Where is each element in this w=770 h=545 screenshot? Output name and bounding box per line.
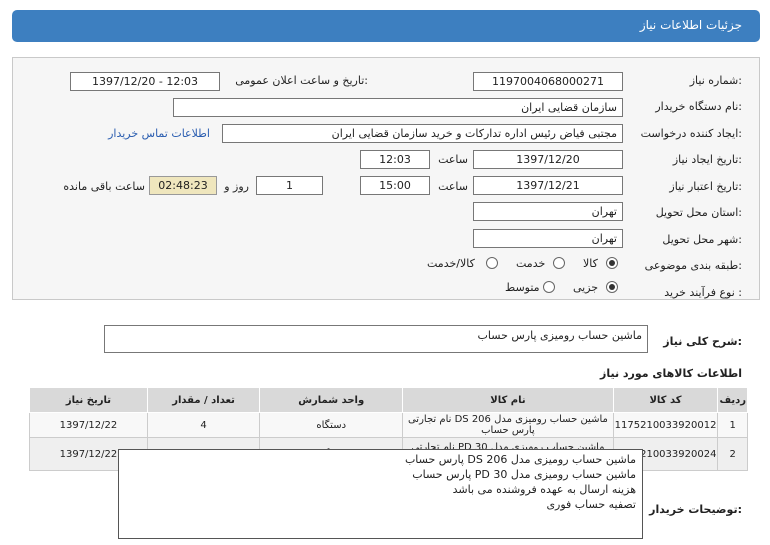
announce-field[interactable]: 1397/12/20 - 12:03 [70, 72, 220, 91]
cell-name: ماشین حساب رومیزی مدل DS 206 نام تجارتی … [402, 412, 614, 438]
need-number-field[interactable]: 1197004068000271 [473, 72, 623, 91]
table-row[interactable]: 1 1175210033920012 ماشین حساب رومیزی مدل… [29, 412, 748, 438]
col-header-qty: تعداد / مقدار [146, 387, 261, 413]
cell-unit: دستگاه [259, 412, 404, 438]
col-header-unit: واحد شمارش [259, 387, 404, 413]
validity-date-field[interactable]: 1397/12/21 [473, 176, 623, 195]
category-radio-service[interactable] [553, 257, 565, 269]
col-header-code: کد کالا [612, 387, 719, 413]
city-label: شهر محل تحویل: [662, 233, 742, 246]
buyer-contact-link[interactable]: اطلاعات تماس خریدار [108, 127, 210, 140]
created-date-label: تاریخ ایجاد نیاز: [672, 153, 742, 166]
page-title: جزئیات اطلاعات نیاز [639, 18, 742, 32]
process-option-medium: متوسط [505, 281, 540, 294]
creator-field[interactable]: مجتبی فیاض رئیس اداره تدارکات و خرید ساز… [222, 124, 623, 143]
remaining-label: ساعت باقی مانده [63, 180, 145, 193]
cell-code: 1175210033920012 [612, 412, 719, 438]
notes-line: ماشین حساب رومیزی مدل PD 30 پارس حساب [412, 468, 636, 481]
cell-row: 2 [717, 437, 748, 471]
category-option-service: خدمت [516, 257, 546, 270]
col-header-date: تاریخ نیاز [29, 387, 148, 413]
notes-box[interactable]: ماشین حساب رومیزی مدل DS 206 پارس حساب م… [118, 449, 643, 539]
category-label: طبقه بندی موضوعی: [644, 259, 742, 272]
notes-line: ماشین حساب رومیزی مدل DS 206 پارس حساب [404, 453, 636, 466]
created-time-label: ساعت [438, 153, 468, 166]
province-label: استان محل تحویل: [655, 206, 742, 219]
page-header: جزئیات اطلاعات نیاز [12, 10, 760, 42]
cell-date: 1397/12/22 [29, 412, 148, 438]
days-label: روز و [224, 180, 249, 193]
cell-qty: 4 [146, 412, 261, 438]
process-label: نوع فرآیند خرید : [664, 286, 742, 299]
created-time-field[interactable]: 12:03 [360, 150, 430, 169]
cell-row: 1 [717, 412, 748, 438]
process-option-minor: جزیی [573, 281, 599, 294]
col-header-name: نام کالا [402, 387, 614, 413]
remaining-time-badge: 02:48:23 [149, 176, 217, 195]
creator-label: ایجاد کننده درخواست: [640, 127, 742, 140]
validity-time-field[interactable]: 15:00 [360, 176, 430, 195]
announce-label: تاریخ و ساعت اعلان عمومی: [235, 74, 368, 87]
summary-label: شرح کلی نیاز: [663, 335, 742, 348]
notes-line: هزینه ارسال به عهده فروشنده می باشد [452, 483, 636, 496]
notes-line: تصفیه حساب فوری [546, 498, 636, 511]
category-option-goods: کالا [583, 257, 598, 270]
city-field[interactable]: تهران [473, 229, 623, 248]
process-radio-minor[interactable] [606, 281, 618, 293]
validity-time-label: ساعت [438, 180, 468, 193]
col-header-row: ردیف [717, 387, 748, 413]
buyer-org-field[interactable]: سازمان قضایی ایران [173, 98, 623, 117]
validity-date-label: تاریخ اعتبار نیاز: [669, 180, 742, 193]
days-field[interactable]: 1 [256, 176, 323, 195]
need-number-label: شماره نیاز: [689, 74, 742, 87]
summary-field[interactable]: ماشین حساب رومیزی پارس حساب [104, 325, 648, 353]
notes-label: توضیحات خریدار: [649, 503, 742, 516]
category-radio-goods-service[interactable] [486, 257, 498, 269]
category-radio-goods[interactable] [606, 257, 618, 269]
process-radio-medium[interactable] [543, 281, 555, 293]
items-table-header: ردیف کد کالا نام کالا واحد شمارش تعداد /… [29, 387, 748, 413]
province-field[interactable]: تهران [473, 202, 623, 221]
buyer-org-label: نام دستگاه خریدار: [655, 100, 742, 113]
items-section-title: اطلاعات کالاهای مورد نیاز [600, 367, 742, 380]
created-date-field[interactable]: 1397/12/20 [473, 150, 623, 169]
category-option-goods-service: کالا/خدمت [427, 257, 475, 270]
